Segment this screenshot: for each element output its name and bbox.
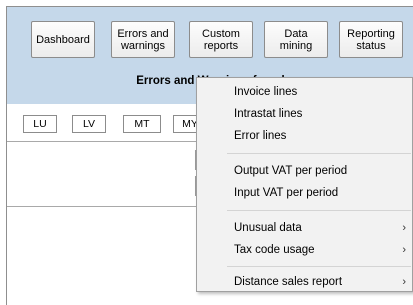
menu-item-label: Output VAT per period bbox=[234, 165, 348, 177]
menu-item-invoice-lines[interactable]: Invoice lines bbox=[197, 81, 412, 103]
data-mining-button[interactable]: Data mining bbox=[264, 21, 328, 58]
menu-item-label: Unusual data bbox=[234, 222, 302, 234]
dashboard-button[interactable]: Dashboard bbox=[31, 21, 95, 58]
menu-item-error-lines[interactable]: Error lines bbox=[197, 125, 412, 147]
menu-item-distance-sales-report[interactable]: Distance sales report › bbox=[197, 271, 412, 293]
context-menu: Invoice lines Intrastat lines Error line… bbox=[196, 77, 413, 292]
tab-lu[interactable]: LU bbox=[23, 115, 57, 133]
menu-item-label: Tax code usage bbox=[234, 244, 315, 256]
menu-item-label: Intrastat lines bbox=[234, 108, 303, 120]
menu-separator bbox=[227, 266, 411, 267]
menu-item-intrastat-lines[interactable]: Intrastat lines bbox=[197, 103, 412, 125]
submenu-arrow-icon: › bbox=[402, 222, 406, 234]
menu-item-output-vat-per-period[interactable]: Output VAT per period bbox=[197, 160, 412, 182]
custom-reports-button[interactable]: Custom reports bbox=[189, 21, 253, 58]
tab-lv[interactable]: LV bbox=[72, 115, 106, 133]
errors-and-warnings-button[interactable]: Errors and warnings bbox=[111, 21, 175, 58]
menu-separator bbox=[227, 153, 411, 154]
reporting-status-button[interactable]: Reporting status bbox=[339, 21, 403, 58]
menu-item-label: Error lines bbox=[234, 130, 287, 142]
menu-item-label: Distance sales report bbox=[234, 276, 343, 288]
menu-item-label: Input VAT per period bbox=[234, 187, 339, 199]
submenu-arrow-icon: › bbox=[402, 276, 406, 288]
submenu-arrow-icon: › bbox=[402, 244, 406, 256]
menu-item-input-vat-per-period[interactable]: Input VAT per period bbox=[197, 182, 412, 204]
menu-separator bbox=[227, 210, 411, 211]
tab-mt[interactable]: MT bbox=[123, 115, 161, 133]
menu-item-label: Invoice lines bbox=[234, 86, 298, 98]
menu-item-tax-code-usage[interactable]: Tax code usage › bbox=[197, 239, 412, 261]
menu-item-unusual-data[interactable]: Unusual data › bbox=[197, 217, 412, 239]
